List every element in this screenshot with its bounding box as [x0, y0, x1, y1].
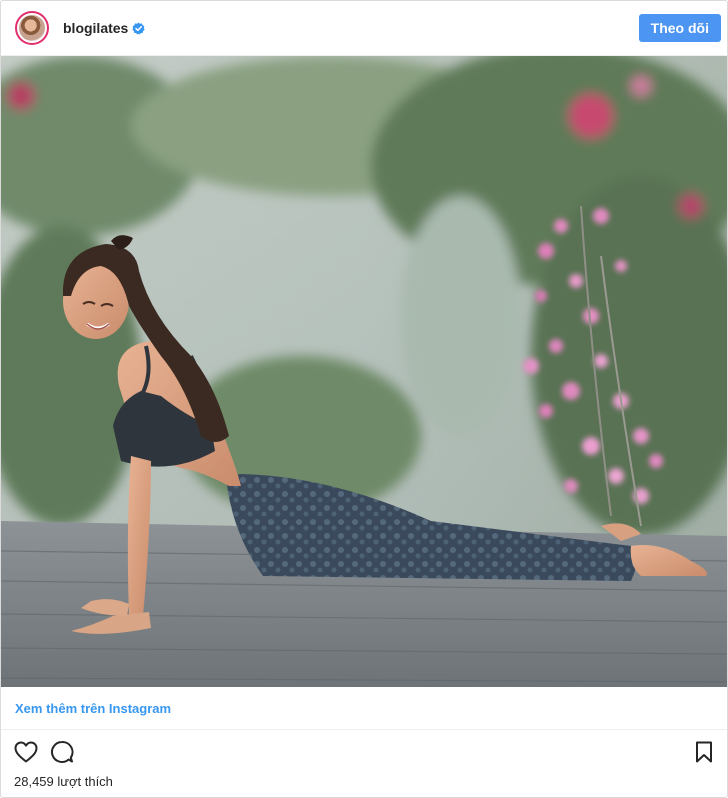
instagram-embed: blogilates Theo dõi Xem thêm trên Instag…: [0, 0, 728, 798]
view-more-row: Xem thêm trên Instagram: [1, 687, 727, 730]
avatar-image: [19, 15, 45, 41]
post-header: blogilates Theo dõi: [1, 1, 727, 56]
follow-button[interactable]: Theo dõi: [638, 14, 721, 42]
post-actions: [1, 730, 727, 774]
likes-suffix: lượt thích: [57, 774, 113, 789]
likes-count-row[interactable]: 28,459 lượt thích: [1, 774, 727, 790]
bookmark-icon[interactable]: [691, 739, 717, 765]
yoga-pose-photo: [1, 56, 727, 687]
verified-badge-icon: [132, 22, 145, 35]
post-photo[interactable]: [1, 56, 727, 687]
heart-icon[interactable]: [13, 739, 39, 765]
view-more-on-instagram-link[interactable]: Xem thêm trên Instagram: [15, 701, 171, 716]
avatar[interactable]: [15, 11, 49, 45]
username[interactable]: blogilates: [63, 20, 128, 36]
likes-count: 28,459: [14, 774, 54, 789]
comment-bubble-icon[interactable]: [49, 739, 75, 765]
